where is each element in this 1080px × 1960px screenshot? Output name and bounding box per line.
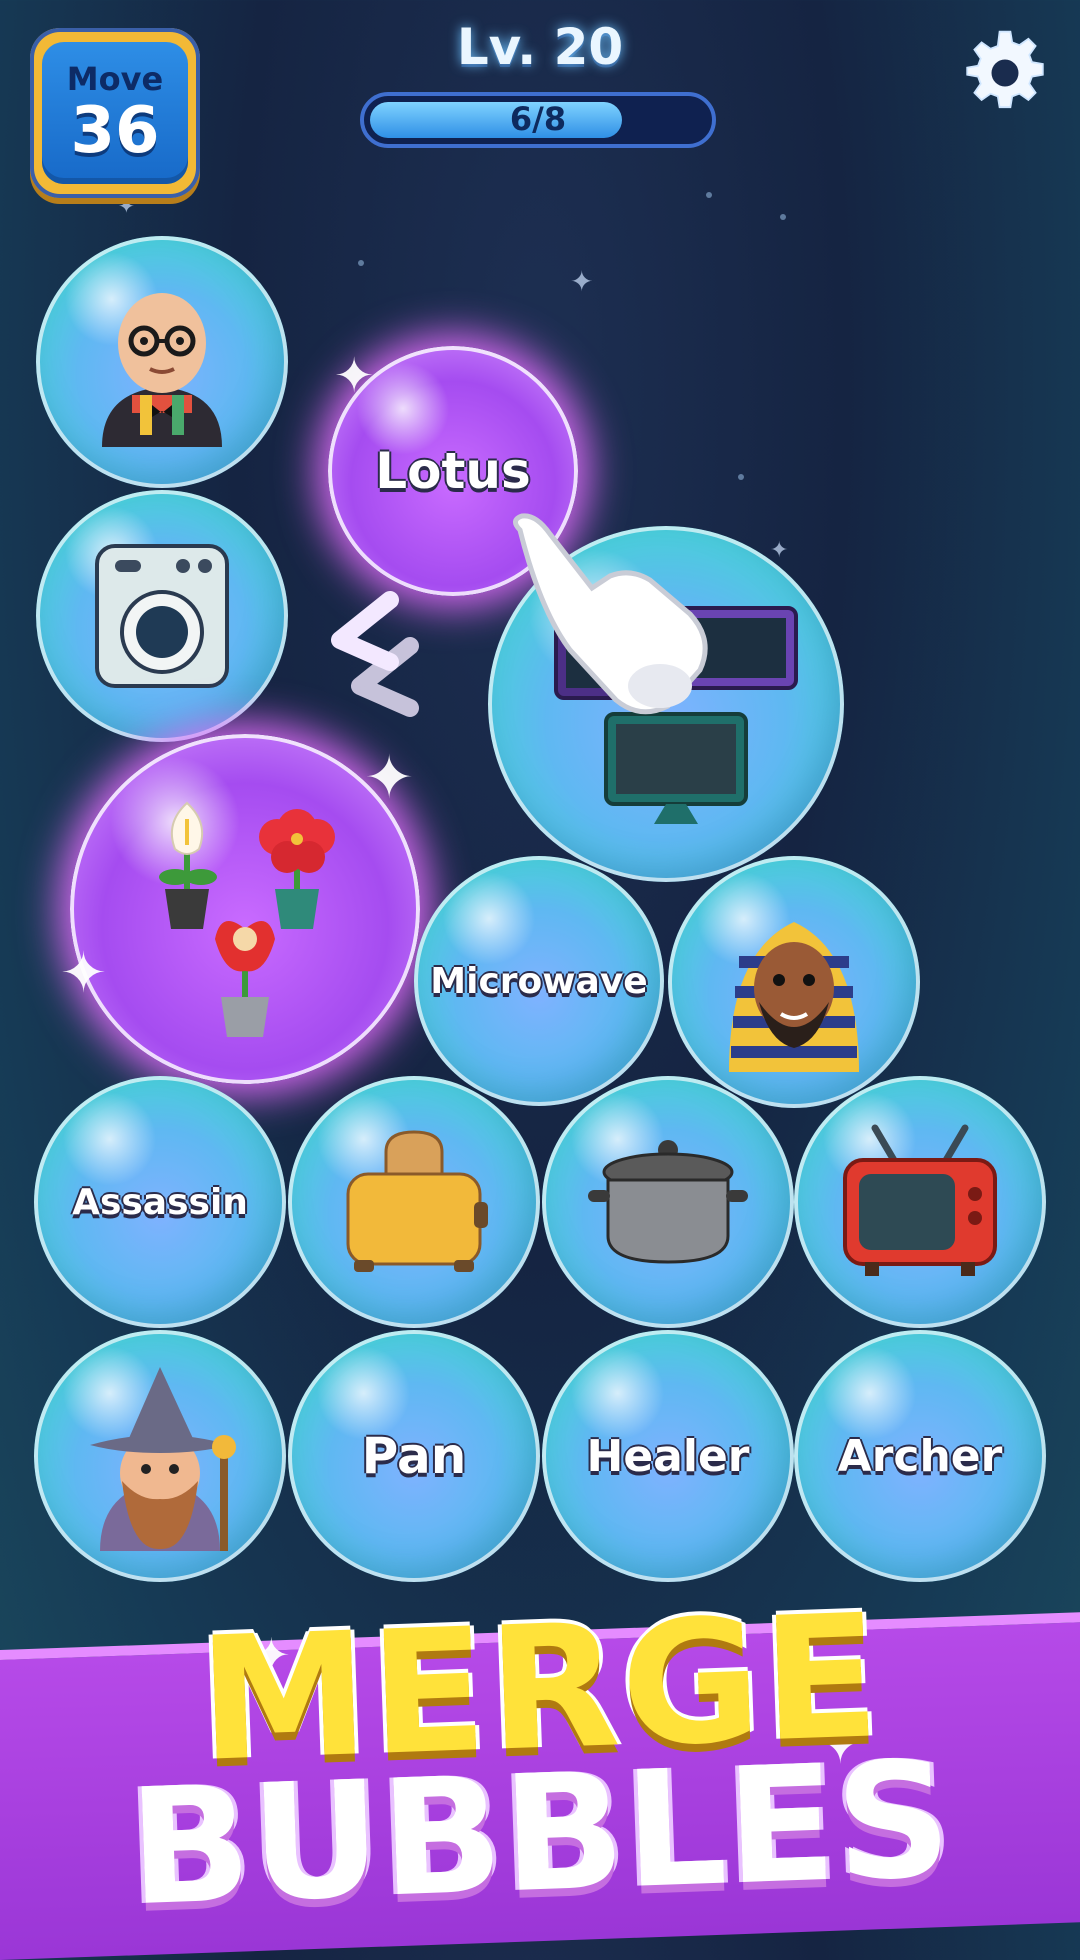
bubble-pan[interactable]: Pan	[288, 1330, 540, 1582]
bubble-label: Archer	[837, 1430, 1003, 1482]
wizard-icon	[90, 1367, 236, 1551]
bubble-tv[interactable]	[794, 1076, 1046, 1328]
pointing-hand-icon	[513, 513, 708, 715]
toaster-icon	[346, 1130, 488, 1272]
moves-count: 36	[70, 94, 160, 168]
gear-icon	[966, 30, 1044, 109]
pharaoh-icon	[729, 922, 859, 1072]
bubble-archer[interactable]: Archer	[794, 1330, 1046, 1582]
star-dot	[738, 474, 744, 480]
settings-button[interactable]	[960, 28, 1050, 118]
bubble-assassin[interactable]: Assassin	[34, 1076, 286, 1328]
washing-machine-icon	[95, 544, 229, 688]
bubble-healer[interactable]: Healer	[542, 1330, 794, 1582]
bubble-label: Assassin	[72, 1181, 248, 1223]
bubble-microwave[interactable]: Microwave	[414, 856, 664, 1106]
star-dot	[358, 260, 364, 266]
bubble-label: Lotus	[375, 442, 531, 500]
bubble-toaster[interactable]	[288, 1076, 540, 1328]
bubble-pot[interactable]	[542, 1076, 794, 1328]
title-bubbles: BUBBLES	[125, 1725, 955, 1942]
sparkle-icon: ✦	[60, 941, 107, 1006]
level-title: Lv. 20	[456, 18, 624, 76]
chevron-arrow-icon	[331, 591, 419, 717]
cooking-pot-icon	[588, 1140, 748, 1264]
bubble-label: Microwave	[430, 960, 648, 1002]
bald-professor-icon	[102, 293, 222, 447]
bubble-washing-machine[interactable]	[36, 490, 288, 742]
star-dot	[780, 214, 786, 220]
level-progress-bar: 6/8	[360, 92, 716, 148]
bubble-label: Healer	[586, 1430, 750, 1482]
sparkle-icon: ✦	[334, 348, 375, 404]
bubble-professor[interactable]	[36, 236, 288, 488]
sparkle-icon: ✦	[570, 265, 594, 298]
star-dot	[706, 192, 712, 198]
sparkle-icon: ✦	[364, 743, 415, 813]
sparkle-icon: ✦	[118, 194, 135, 218]
bubble-label: Pan	[361, 1427, 467, 1485]
retro-tv-icon	[843, 1124, 997, 1276]
bubble-wizard[interactable]	[34, 1330, 286, 1582]
bubble-pharaoh[interactable]	[668, 856, 920, 1108]
sparkle-icon: ✦	[770, 538, 789, 563]
potted-flowers-icon	[159, 801, 335, 1037]
progress-text: 6/8	[509, 100, 567, 138]
